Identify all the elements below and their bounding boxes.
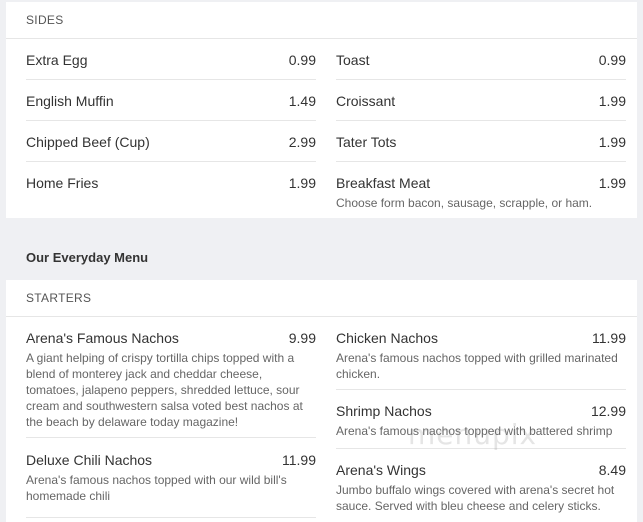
menu-item: English Muffin 1.49 — [26, 80, 316, 121]
menu-item: Extra Egg 0.99 — [26, 39, 316, 80]
item-description: Choose form bacon, sausage, scrapple, or… — [336, 196, 593, 210]
item-name: Deluxe Chili Nachos — [26, 452, 153, 468]
item-price: 1.99 — [598, 134, 626, 150]
item-description: Arena's famous nachos topped with our wi… — [26, 473, 287, 503]
item-price: 0.99 — [288, 52, 316, 68]
menu-item: Breakfast Meat 1.99 Choose form bacon, sa… — [336, 162, 626, 211]
item-name: Tater Tots — [336, 134, 397, 150]
item-price: 1.99 — [598, 93, 626, 109]
starters-heading: STARTERS — [6, 280, 637, 317]
starters-left-column: Arena's Famous Nachos 9.99 A giant helpin… — [26, 317, 316, 518]
item-price: 11.99 — [592, 330, 626, 346]
item-name: Arena's Wings — [336, 462, 426, 478]
item-name: Shrimp Nachos — [336, 403, 432, 419]
item-name: Toast — [336, 52, 370, 68]
item-name: Breakfast Meat — [336, 175, 431, 191]
starters-section: STARTERS Arena's Famous Nachos 9.99 A gia… — [6, 280, 637, 522]
sides-left-column: Extra Egg 0.99 English Muffin 1.49 Chipped… — [26, 39, 316, 203]
item-price: 0.99 — [598, 52, 626, 68]
menu-item: Arena's Famous Nachos 9.99 A giant helpin… — [26, 317, 316, 438]
item-description: Arena's famous nachos topped with grille… — [336, 351, 618, 381]
item-name: Arena's Famous Nachos — [26, 330, 179, 346]
item-name: Croissant — [336, 93, 396, 109]
menu-title: Our Everyday Menu — [26, 250, 149, 265]
menu-item: Croissant 1.99 — [336, 80, 626, 121]
item-name: Chicken Nachos — [336, 330, 438, 346]
item-price: 9.99 — [288, 330, 316, 346]
item-price: 2.99 — [288, 134, 316, 150]
starters-right-column: Chicken Nachos 11.99 Arena's famous nacho… — [336, 317, 626, 514]
item-price: 1.99 — [288, 175, 316, 191]
item-name: Chipped Beef (Cup) — [26, 134, 150, 150]
menu-item: Arena's Wings 8.49 Jumbo buffalo wings co… — [336, 449, 626, 514]
item-description: Arena's famous nachos topped with batter… — [336, 424, 613, 438]
sides-right-column: Toast 0.99 Croissant 1.99 Tater Tots 1.99 B… — [336, 39, 626, 211]
item-price: 11.99 — [282, 452, 316, 468]
sides-heading: SIDES — [6, 2, 637, 39]
item-price: 8.49 — [598, 462, 626, 478]
menu-item: Home Fries 1.99 — [26, 162, 316, 203]
item-name: English Muffin — [26, 93, 114, 109]
menu-item: Chipped Beef (Cup) 2.99 — [26, 121, 316, 162]
menu-item: Deluxe Chili Nachos 11.99 Arena's famous … — [26, 438, 316, 518]
menu-item: Shrimp Nachos 12.99 Arena's famous nachos… — [336, 390, 626, 449]
item-price: 12.99 — [590, 403, 626, 419]
item-name: Extra Egg — [26, 52, 88, 68]
menu-item: Tater Tots 1.99 — [336, 121, 626, 162]
item-price: 1.99 — [598, 175, 626, 191]
menu-item: Toast 0.99 — [336, 39, 626, 80]
item-description: Jumbo buffalo wings covered with arena's… — [336, 483, 615, 513]
item-description: A giant helping of crispy tortilla chips… — [26, 351, 303, 429]
item-name: Home Fries — [26, 175, 99, 191]
item-price: 1.49 — [288, 93, 316, 109]
menu-item: Chicken Nachos 11.99 Arena's famous nacho… — [336, 317, 626, 390]
sides-section: SIDES Extra Egg 0.99 English Muffin 1.49 C… — [6, 2, 637, 218]
